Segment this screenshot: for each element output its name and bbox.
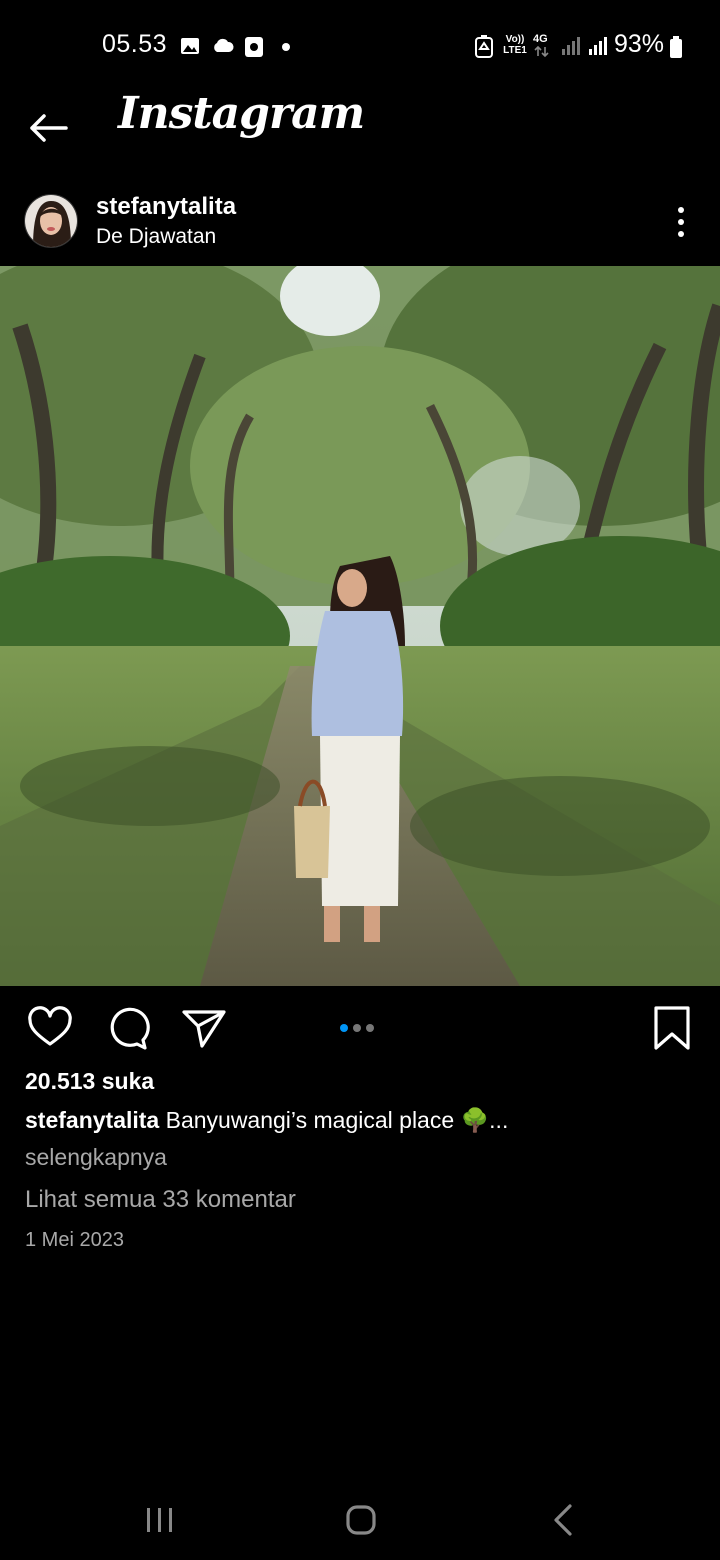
status-time: 05.53	[102, 30, 168, 58]
comment-icon[interactable]	[103, 1004, 151, 1052]
post-photo[interactable]	[0, 266, 720, 986]
battery-percent: 93%	[613, 30, 664, 58]
carousel-indicator	[340, 1019, 379, 1037]
notification-dot-icon	[282, 43, 290, 51]
view-comments-link[interactable]: Lihat semua 33 komentar	[25, 1186, 296, 1214]
post-date: 1 Mei 2023	[25, 1229, 124, 1251]
signal-2-icon	[589, 37, 607, 55]
share-send-icon[interactable]	[180, 1004, 228, 1052]
like-heart-icon[interactable]	[26, 1004, 74, 1052]
post-username[interactable]: stefanytalita	[96, 193, 236, 221]
more-options-icon[interactable]	[666, 202, 696, 242]
avatar[interactable]	[24, 194, 78, 248]
caption-more-link[interactable]: selengkapnya	[25, 1144, 167, 1171]
back-arrow-icon[interactable]	[24, 104, 72, 152]
bookmark-save-icon[interactable]	[648, 1004, 696, 1052]
volte-indicator: Vo)) LTE1	[503, 34, 527, 56]
carousel-dot	[366, 1024, 374, 1032]
post-caption: stefanytalita Banyuwangi’s magical place…	[25, 1107, 705, 1134]
signal-1-icon	[562, 37, 580, 55]
home-icon[interactable]	[337, 1496, 385, 1544]
instagram-logo: Instagram	[118, 88, 365, 139]
carousel-dot	[353, 1024, 361, 1032]
battery-icon	[670, 36, 682, 58]
nav-back-icon[interactable]	[540, 1496, 588, 1544]
caption-username[interactable]: stefanytalita	[25, 1107, 159, 1133]
recycle-icon	[475, 35, 493, 58]
screenshot-icon	[245, 37, 263, 57]
recent-apps-icon[interactable]	[136, 1496, 184, 1544]
gallery-icon	[181, 38, 199, 54]
4g-indicator: 4G	[533, 33, 548, 45]
post-location[interactable]: De Djawatan	[96, 225, 216, 249]
cloud-icon	[214, 38, 234, 52]
likes-count[interactable]: 20.513 suka	[25, 1068, 154, 1095]
carousel-dot-active	[340, 1024, 348, 1032]
caption-text: Banyuwangi’s magical place 🌳...	[165, 1107, 509, 1133]
data-arrows-icon	[534, 46, 549, 58]
